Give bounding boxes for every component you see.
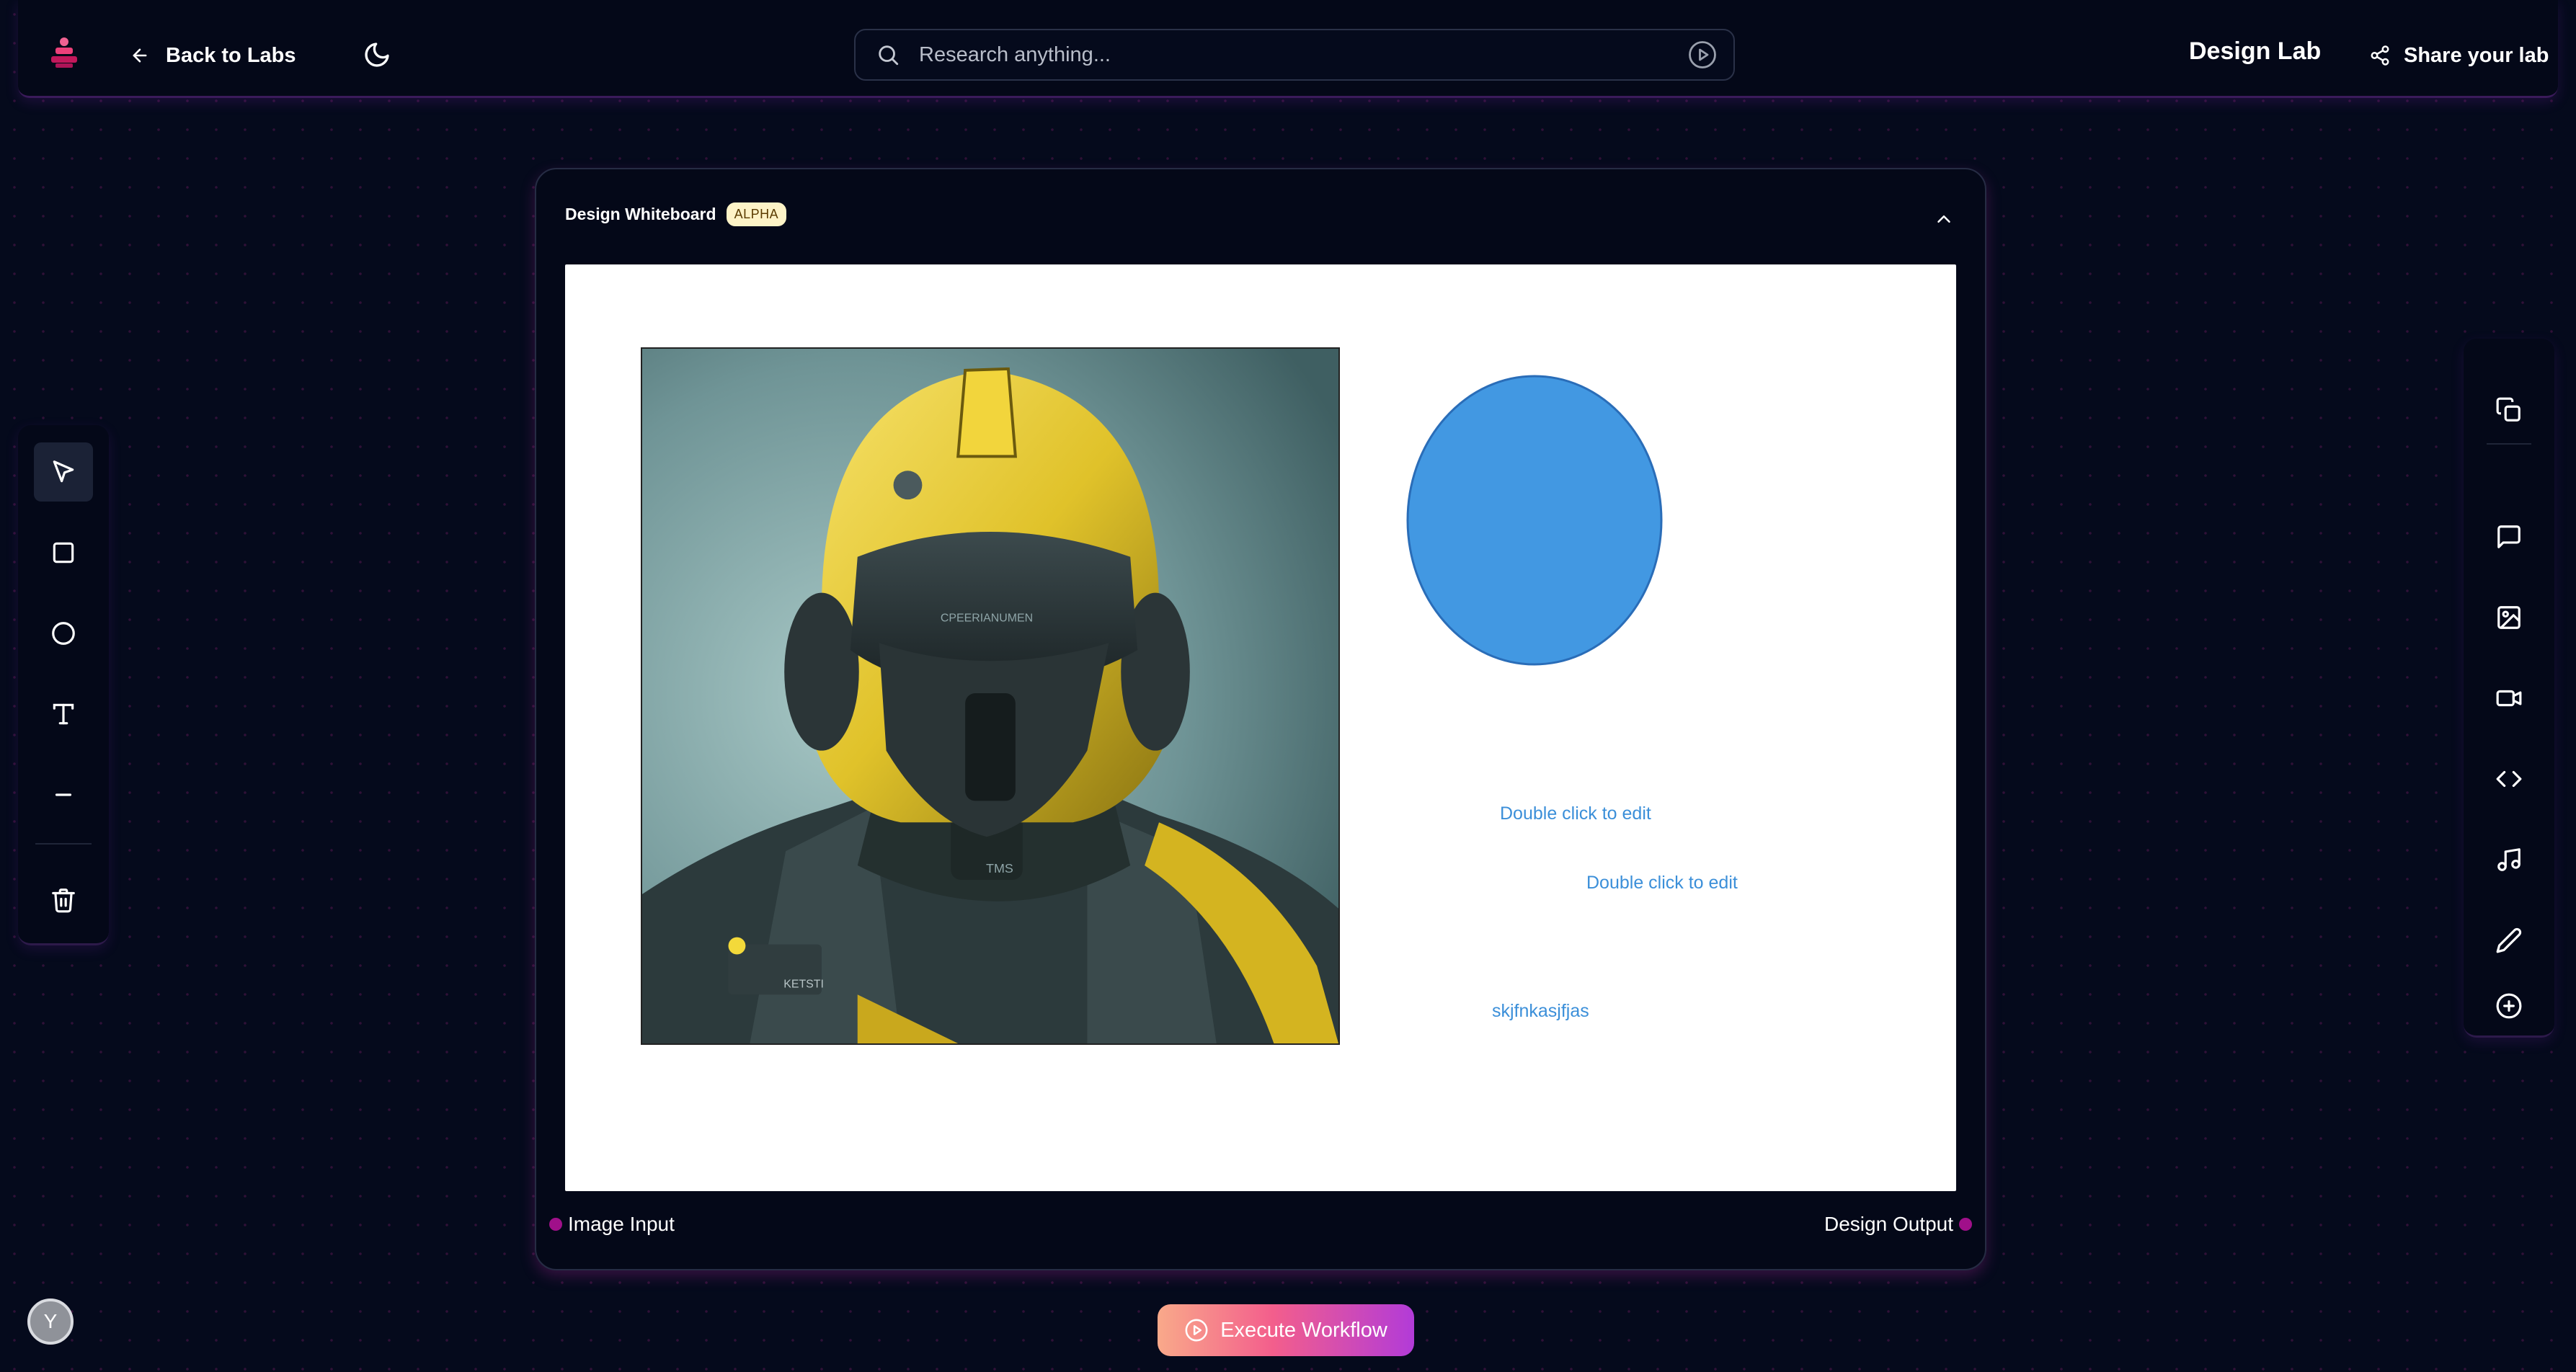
alpha-badge: ALPHA xyxy=(726,202,787,226)
output-port-handle[interactable] xyxy=(1959,1218,1972,1231)
code-icon xyxy=(2496,770,2522,788)
top-navigation-bar: Back to Labs Design Lab Share your lab xyxy=(18,0,2558,98)
whiteboard-title: Design Whiteboard xyxy=(565,205,716,223)
add-code-button[interactable] xyxy=(2479,749,2539,808)
copy-icon xyxy=(2496,397,2521,422)
comment-icon xyxy=(2497,525,2521,548)
canvas-text-1[interactable]: Double click to edit xyxy=(1500,803,1651,824)
toolbar-divider xyxy=(2487,443,2531,445)
drawing-toolbar xyxy=(18,425,109,945)
line-tool-button[interactable] xyxy=(34,765,93,824)
collapse-chevron-up-icon[interactable] xyxy=(1933,208,1955,230)
design-output-label: Design Output xyxy=(1824,1213,1953,1235)
add-circle-icon xyxy=(2496,993,2522,1019)
trash-icon xyxy=(52,888,75,913)
image-input-port: Image Input xyxy=(549,1213,675,1236)
add-comment-button[interactable] xyxy=(2479,507,2539,566)
play-circle-icon xyxy=(1185,1319,1208,1342)
back-to-labs-label: Back to Labs xyxy=(166,43,296,67)
video-icon xyxy=(2496,690,2522,707)
input-port-handle[interactable] xyxy=(549,1218,562,1231)
search-bar[interactable] xyxy=(854,29,1735,81)
shoulder-text: KETSTI xyxy=(783,978,824,990)
whiteboard-canvas[interactable]: CPEERIANUMEN TMS KETSTI Double click to … xyxy=(565,264,1956,1191)
canvas-text-2[interactable]: Double click to edit xyxy=(1586,873,1738,894)
share-lab-label: Share your lab xyxy=(2404,43,2549,67)
dark-mode-toggle-icon[interactable] xyxy=(363,40,391,69)
execute-workflow-button[interactable]: Execute Workflow xyxy=(1158,1304,1414,1356)
delete-tool-button[interactable] xyxy=(34,870,93,930)
search-icon xyxy=(879,45,899,66)
add-node-button[interactable] xyxy=(2479,992,2539,1020)
arrow-left-icon xyxy=(133,48,147,63)
user-avatar[interactable]: Y xyxy=(27,1298,74,1345)
visor-text: CPEERIANUMEN xyxy=(941,612,1033,624)
design-whiteboard-node[interactable]: Design Whiteboard ALPHA CPEERIANUMEN TMS… xyxy=(535,168,1986,1270)
pen-icon xyxy=(2496,927,2522,953)
select-pointer-icon xyxy=(53,460,74,483)
image-input-label: Image Input xyxy=(568,1213,675,1235)
toolbar-divider xyxy=(35,843,92,845)
share-icon xyxy=(2371,45,2389,66)
text-tool-button[interactable] xyxy=(34,685,93,744)
rectangle-icon xyxy=(53,542,74,564)
add-video-button[interactable] xyxy=(2479,669,2539,728)
copy-button[interactable] xyxy=(2479,380,2539,440)
add-image-button[interactable] xyxy=(2479,588,2539,647)
lab-title: Design Lab xyxy=(2189,37,2322,65)
line-icon xyxy=(55,793,72,796)
text-icon xyxy=(53,703,74,725)
canvas-image-helmet[interactable]: CPEERIANUMEN TMS KETSTI xyxy=(641,347,1340,1045)
circle-icon xyxy=(52,622,75,645)
back-to-labs-button[interactable]: Back to Labs xyxy=(130,30,296,81)
draw-button[interactable] xyxy=(2479,911,2539,970)
design-output-port: Design Output xyxy=(1824,1213,1972,1236)
share-lab-button[interactable]: Share your lab xyxy=(2369,36,2549,75)
play-circle-icon[interactable] xyxy=(1687,40,1718,70)
select-tool-button[interactable] xyxy=(34,442,93,502)
add-audio-button[interactable] xyxy=(2479,830,2539,889)
music-icon xyxy=(2497,848,2521,871)
execute-workflow-label: Execute Workflow xyxy=(1220,1318,1387,1342)
canvas-text-3[interactable]: skjfnkasjfjas xyxy=(1492,1001,1589,1022)
image-icon xyxy=(2497,606,2521,629)
whiteboard-header: Design Whiteboard ALPHA xyxy=(565,202,787,226)
app-logo-icon[interactable] xyxy=(47,36,81,71)
chest-text: TMS xyxy=(986,861,1013,876)
rectangle-tool-button[interactable] xyxy=(34,523,93,582)
search-input[interactable] xyxy=(919,43,1687,67)
node-toolbar xyxy=(2464,339,2554,1038)
circle-tool-button[interactable] xyxy=(34,604,93,663)
canvas-ellipse-shape[interactable] xyxy=(1405,374,1664,667)
